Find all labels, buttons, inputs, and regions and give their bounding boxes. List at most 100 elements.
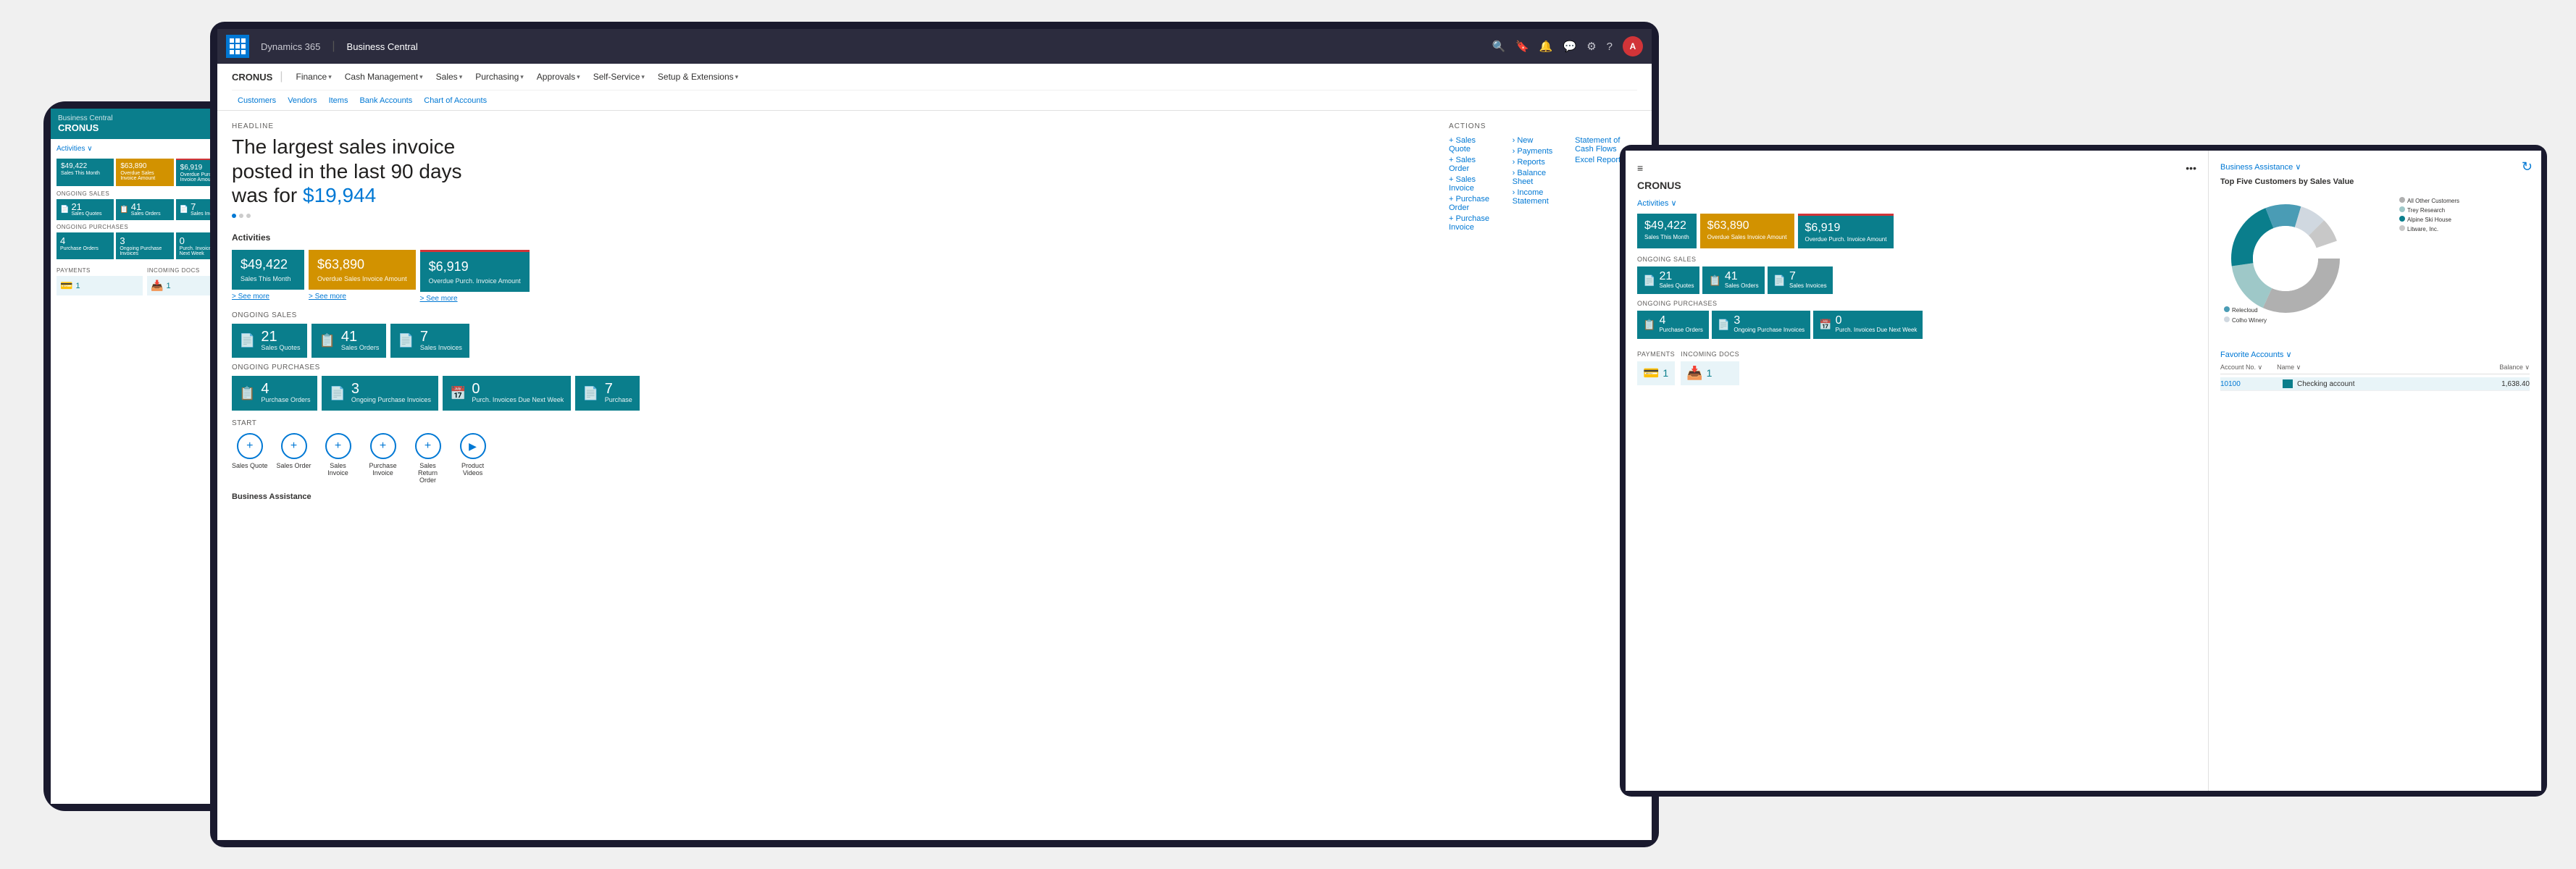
phone-payments-tile[interactable]: 💳 1 — [57, 276, 143, 295]
tablet-incoming-icon: 📥 — [1686, 366, 1702, 381]
phone-sales-quotes-tile[interactable]: 📄 21 Sales Quotes — [57, 199, 114, 220]
tile-os-label: Overdue Sales Invoice Amount — [317, 275, 407, 282]
action-new[interactable]: New — [1511, 136, 1561, 145]
start-purchase-invoice[interactable]: + Purchase Invoice — [365, 433, 401, 484]
phone-activities-label[interactable]: Activities ∨ — [57, 145, 93, 153]
dynamics-nav-link[interactable]: Dynamics 365 — [255, 38, 326, 55]
tablet-tile-sales[interactable]: $49,422 Sales This Month — [1637, 214, 1697, 248]
tablet-pd-tile[interactable]: 📅 0 Purch. Invoices Due Next Week — [1813, 311, 1923, 338]
top-nav-bar: Dynamics 365 | Business Central 🔍 🔖 🔔 💬 … — [217, 29, 1652, 64]
pd-info: 0 Purch. Invoices Due Next Week — [472, 382, 564, 405]
tablet-tile-overdue-sales[interactable]: $63,890 Overdue Sales Invoice Amount — [1700, 214, 1794, 248]
action-income-statement[interactable]: Income Statement — [1511, 188, 1561, 206]
phone-purchase-tiles: 4 Purchase Orders 3 Ongoing Purchase Inv… — [57, 232, 233, 259]
waffle-button[interactable] — [226, 35, 249, 58]
tablet-po-tile[interactable]: 📋 4 Purchase Orders — [1637, 311, 1709, 338]
refresh-button[interactable]: ↻ — [2522, 159, 2533, 175]
pi-plus-icon: + — [370, 433, 396, 459]
fa-col-name[interactable]: Name ∨ — [2277, 364, 2499, 371]
ongoing-purch-invoices-tile[interactable]: 📄 3 Ongoing Purchase Invoices — [322, 376, 438, 411]
tablet-payments-tile[interactable]: 💳 1 — [1637, 361, 1675, 385]
breadcrumb-bank[interactable]: Bank Accounts — [354, 96, 418, 105]
phone-purchase-orders-tile[interactable]: 4 Purchase Orders — [57, 232, 114, 259]
start-sales-return[interactable]: + Sales Return Order — [410, 433, 446, 484]
menu-approvals[interactable]: Approvals ▾ — [531, 69, 586, 85]
action-sales-invoice[interactable]: Sales Invoice — [1449, 175, 1497, 193]
fa-account-number[interactable]: 10100 — [2220, 380, 2278, 388]
action-reports[interactable]: Reports — [1511, 158, 1561, 167]
menu-finance[interactable]: Finance ▾ — [290, 69, 338, 85]
tablet-si-tile[interactable]: 📄 7 Sales Invoices — [1768, 266, 1833, 294]
tablet-activities-label[interactable]: Activities ∨ — [1637, 198, 2196, 208]
action-sales-order[interactable]: Sales Order — [1449, 156, 1497, 173]
purch-due-tile[interactable]: 📅 0 Purch. Invoices Due Next Week — [443, 376, 571, 411]
action-purchase-order[interactable]: Purchase Order — [1449, 195, 1497, 212]
menu-setup[interactable]: Setup & Extensions ▾ — [652, 69, 744, 85]
more-options-icon[interactable]: ••• — [2186, 162, 2196, 174]
favorite-accounts-title[interactable]: Favorite Accounts ∨ — [2220, 350, 2530, 359]
action-payments[interactable]: Payments — [1511, 147, 1561, 156]
tablet-tile-overdue-purch[interactable]: $6,919 Overdue Purch. Invoice Amount — [1798, 214, 1894, 248]
tablet-ba-label[interactable]: Business Assistance ∨ — [2220, 162, 2530, 172]
start-sales-quote[interactable]: + Sales Quote — [232, 433, 268, 484]
chat-icon[interactable]: 💬 — [1563, 40, 1577, 53]
start-sales-order[interactable]: + Sales Order — [277, 433, 311, 484]
settings-icon[interactable]: ⚙ — [1586, 40, 1596, 53]
tablet-sq-count: 21 — [1659, 271, 1694, 282]
help-icon[interactable]: ? — [1607, 41, 1613, 53]
tablet-sq-tile[interactable]: 📄 21 Sales Quotes — [1637, 266, 1699, 294]
tablet-opi-tile[interactable]: 📄 3 Ongoing Purchase Invoices — [1712, 311, 1810, 338]
action-sales-quote[interactable]: Sales Quote — [1449, 136, 1497, 154]
sales-invoices-tile[interactable]: 📄 7 Sales Invoices — [390, 324, 469, 358]
bell-icon[interactable]: 🔔 — [1539, 40, 1553, 53]
menu-cash[interactable]: Cash Management ▾ — [339, 69, 429, 85]
purchase-tile-extra[interactable]: 📄 7 Purchase — [575, 376, 639, 411]
breadcrumb-vendors[interactable]: Vendors — [282, 96, 322, 105]
sales-orders-tile[interactable]: 📋 41 Sales Orders — [311, 324, 386, 358]
tablet-so-tile[interactable]: 📋 41 Sales Orders — [1702, 266, 1764, 294]
menu-purchasing[interactable]: Purchasing ▾ — [469, 69, 530, 85]
phone-orders-icon: 📋 — [120, 206, 128, 214]
tile-os-more-link[interactable]: > See more — [309, 293, 416, 301]
action-balance-sheet[interactable]: Balance Sheet — [1511, 169, 1561, 186]
company-name: CRONUS — [232, 72, 272, 83]
legend-dot-alpine — [2399, 216, 2405, 222]
tile-sales-this-month[interactable]: $49,422 Sales This Month — [232, 250, 304, 290]
breadcrumb-chart[interactable]: Chart of Accounts — [418, 96, 493, 105]
sales-quotes-tile[interactable]: 📄 21 Sales Quotes — [232, 324, 307, 358]
tile-overdue-purch[interactable]: $6,919 Overdue Purch. Invoice Amount — [420, 250, 530, 292]
phone-tile-sales[interactable]: $49,422 Sales This Month — [57, 159, 114, 186]
user-avatar[interactable]: A — [1623, 36, 1643, 56]
cash-caret: ▾ — [419, 73, 423, 81]
left-column: HEADLINE The largest sales invoice poste… — [232, 122, 1427, 505]
search-icon[interactable]: 🔍 — [1492, 40, 1505, 53]
start-sales-invoice[interactable]: + Sales Invoice — [320, 433, 356, 484]
phone-activities-bar: Activities ∨ — [57, 145, 233, 153]
bookmark-icon[interactable]: 🔖 — [1515, 40, 1529, 53]
so-plus-icon: + — [281, 433, 307, 459]
fa-col-account[interactable]: Account No. ∨ — [2220, 364, 2262, 371]
start-product-videos[interactable]: ▶ Product Videos — [455, 433, 491, 484]
tablet-chart-title: Top Five Customers by Sales Value — [2220, 177, 2530, 186]
hamburger-menu-icon[interactable]: ≡ — [1637, 162, 1643, 174]
tablet-op-amount: $6,919 — [1805, 222, 1887, 235]
tile-op-more-link[interactable]: > See more — [420, 295, 530, 303]
purchase-orders-tile[interactable]: 📋 4 Purchase Orders — [232, 376, 317, 411]
phone-ongoing-purchase-tile[interactable]: 3 Ongoing Purchase Invoices — [116, 232, 173, 259]
phone-orders-label: Sales Orders — [131, 211, 161, 217]
action-purchase-invoice[interactable]: Purchase Invoice — [1449, 214, 1497, 232]
breadcrumb-customers[interactable]: Customers — [232, 96, 282, 105]
tablet-incoming-tile[interactable]: 📥 1 — [1681, 361, 1739, 385]
tile-sales-more-link[interactable]: > See more — [232, 293, 304, 301]
fa-col-balance[interactable]: Balance ∨ — [2499, 364, 2530, 371]
tile-op-amount: $6,919 — [429, 259, 521, 274]
breadcrumb-items[interactable]: Items — [323, 96, 354, 105]
menu-self-service[interactable]: Self-Service ▾ — [587, 69, 651, 85]
fa-table-row[interactable]: 10100 Checking account 1,638.40 — [2220, 377, 2530, 391]
menu-sales[interactable]: Sales ▾ — [430, 69, 469, 85]
phone-sales-orders-tile[interactable]: 📋 41 Sales Orders — [116, 199, 173, 220]
waffle-dot — [235, 44, 240, 49]
tablet-ongoing-sales-label: ONGOING SALES — [1637, 256, 2196, 263]
phone-tile-overdue-sales[interactable]: $63,890 Overdue Sales Invoice Amount — [116, 159, 173, 186]
tile-overdue-sales[interactable]: $63,890 Overdue Sales Invoice Amount — [309, 250, 416, 290]
